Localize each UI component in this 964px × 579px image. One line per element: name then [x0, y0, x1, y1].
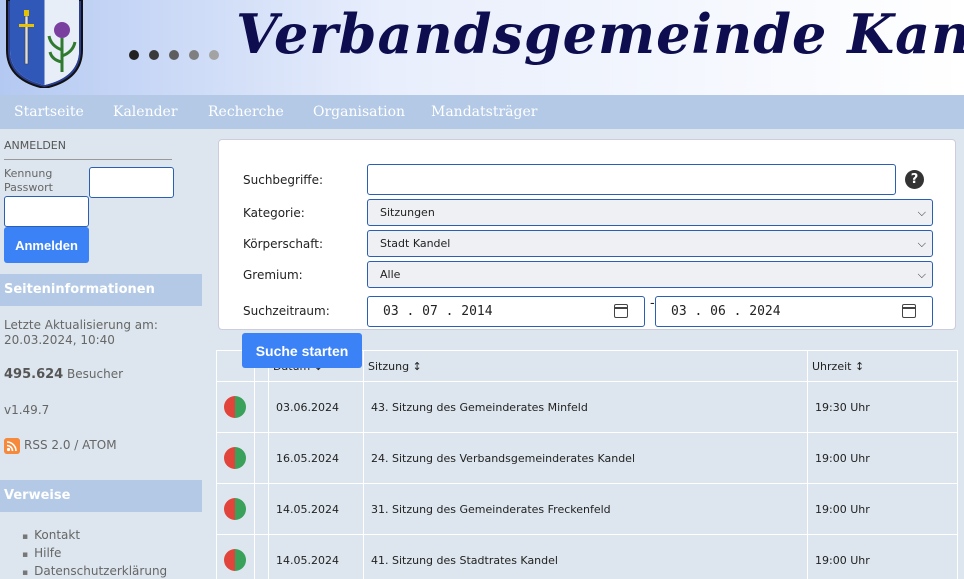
search-submit-button[interactable]: Suche starten	[242, 333, 362, 368]
date-to-input[interactable]: 03 . 06 . 2024	[655, 296, 933, 327]
dot-4	[189, 50, 199, 60]
koerperschaft-label: Körperschaft:	[243, 237, 324, 251]
suchbegriffe-label: Suchbegriffe:	[243, 173, 324, 187]
link-datenschutz[interactable]: Datenschutzerklärung	[22, 563, 167, 579]
site-header: Verbandsgemeinde Kandel	[0, 0, 964, 95]
dot-1	[129, 50, 139, 60]
decorative-dots	[129, 50, 219, 60]
zeitraum-label: Suchzeitraum:	[243, 304, 330, 318]
search-panel: Suchbegriffe: ? Kategorie: Sitzungen ⌵ K…	[218, 139, 956, 330]
suchbegriffe-input[interactable]	[367, 164, 896, 195]
dot-5	[209, 50, 219, 60]
date-from-value: 03 . 07 . 2014	[383, 304, 493, 319]
col-sitzung[interactable]: Sitzung ↕	[363, 350, 808, 382]
koerperschaft-value: Stadt Kandel	[380, 237, 451, 250]
status-cell	[216, 534, 255, 579]
rss-icon[interactable]	[4, 438, 20, 454]
spacer-cell	[254, 381, 269, 433]
date-to-value: 03 . 06 . 2024	[671, 304, 781, 319]
login-heading: ANMELDEN	[4, 139, 66, 152]
spacer-cell	[254, 534, 269, 579]
calendar-icon[interactable]	[614, 304, 628, 318]
rss-link[interactable]: RSS 2.0 / ATOM	[24, 438, 117, 452]
date-cell: 14.05.2024	[268, 534, 364, 579]
login-button[interactable]: Anmelden	[4, 227, 89, 263]
table-row[interactable]: 03.06.2024 43. Sitzung des Gemeinderates…	[216, 381, 958, 433]
nav-recherche[interactable]: Recherche	[208, 95, 284, 129]
nav-organisation[interactable]: Organisation	[313, 95, 405, 129]
col-uhrzeit[interactable]: Uhrzeit ↕	[807, 350, 958, 382]
info-section-heading: Seiteninformationen	[0, 274, 202, 306]
status-icon	[224, 447, 246, 469]
kategorie-value: Sitzungen	[380, 206, 435, 219]
title-cell[interactable]: 41. Sitzung des Stadtrates Kandel	[363, 534, 808, 579]
links-section-heading: Verweise	[0, 480, 202, 512]
title-cell[interactable]: 24. Sitzung des Verbandsgemeinderates Ka…	[363, 432, 808, 484]
spacer-cell	[254, 432, 269, 484]
date-cell: 03.06.2024	[268, 381, 364, 433]
title-cell[interactable]: 31. Sitzung des Gemeinderates Freckenfel…	[363, 483, 808, 535]
sidebar: ANMELDEN Kennung Passwort Anmelden Seite…	[0, 129, 202, 579]
time-cell: 19:00 Uhr	[807, 483, 958, 535]
kategorie-label: Kategorie:	[243, 206, 305, 220]
table-row[interactable]: 16.05.2024 24. Sitzung des Verbandsgemei…	[216, 432, 958, 484]
nav-kalender[interactable]: Kalender	[113, 95, 178, 129]
coat-of-arms-icon	[6, 0, 83, 88]
passwort-input[interactable]	[4, 196, 89, 227]
date-cell: 16.05.2024	[268, 432, 364, 484]
title-cell[interactable]: 43. Sitzung des Gemeinderates Minfeld	[363, 381, 808, 433]
chevron-down-icon: ⌵	[917, 237, 926, 250]
dot-3	[169, 50, 179, 60]
kennung-label: Kennung	[4, 167, 53, 180]
table-row[interactable]: 14.05.2024 41. Sitzung des Stadtrates Ka…	[216, 534, 958, 579]
spacer-cell	[254, 483, 269, 535]
visitor-counter: 495.624 Besucher	[4, 367, 123, 382]
date-cell: 14.05.2024	[268, 483, 364, 535]
last-update-value: 20.03.2024, 10:40	[4, 333, 115, 347]
version-text: v1.49.7	[4, 403, 50, 417]
sidebar-links: Kontakt Hilfe Datenschutzerklärung	[22, 527, 167, 579]
link-kontakt[interactable]: Kontakt	[22, 527, 167, 545]
visitor-count: 495.624	[4, 367, 64, 382]
main-navigation: Startseite Kalender Recherche Organisati…	[0, 95, 964, 129]
date-from-input[interactable]: 03 . 07 . 2014	[367, 296, 645, 327]
site-title: Verbandsgemeinde Kandel	[236, 2, 964, 66]
gremium-select[interactable]: Alle ⌵	[367, 261, 933, 288]
status-cell	[216, 483, 255, 535]
status-icon	[224, 498, 246, 520]
status-cell	[216, 381, 255, 433]
calendar-icon[interactable]	[902, 304, 916, 318]
time-cell: 19:00 Uhr	[807, 432, 958, 484]
kennung-input[interactable]	[89, 167, 174, 198]
date-separator: -	[650, 296, 655, 311]
login-divider	[4, 159, 172, 160]
time-cell: 19:30 Uhr	[807, 381, 958, 433]
kategorie-select[interactable]: Sitzungen ⌵	[367, 199, 933, 226]
status-icon	[224, 549, 246, 571]
chevron-down-icon: ⌵	[917, 268, 926, 281]
gremium-label: Gremium:	[243, 268, 303, 282]
status-cell	[216, 432, 255, 484]
time-cell: 19:00 Uhr	[807, 534, 958, 579]
link-hilfe[interactable]: Hilfe	[22, 545, 167, 563]
visitor-label: Besucher	[67, 367, 124, 381]
status-icon	[224, 396, 246, 418]
gremium-value: Alle	[380, 268, 401, 281]
passwort-label: Passwort	[4, 181, 53, 194]
last-update-label: Letzte Aktualisierung am:	[4, 318, 158, 332]
koerperschaft-select[interactable]: Stadt Kandel ⌵	[367, 230, 933, 257]
nav-mandatstraeger[interactable]: Mandatsträger	[431, 95, 537, 129]
dot-2	[149, 50, 159, 60]
results-table: Datum ↕ Sitzung ↕ Uhrzeit ↕ 03.06.2024 4…	[216, 350, 958, 579]
chevron-down-icon: ⌵	[917, 206, 926, 219]
help-icon[interactable]: ?	[905, 170, 924, 189]
nav-startseite[interactable]: Startseite	[14, 95, 84, 129]
table-row[interactable]: 14.05.2024 31. Sitzung des Gemeinderates…	[216, 483, 958, 535]
